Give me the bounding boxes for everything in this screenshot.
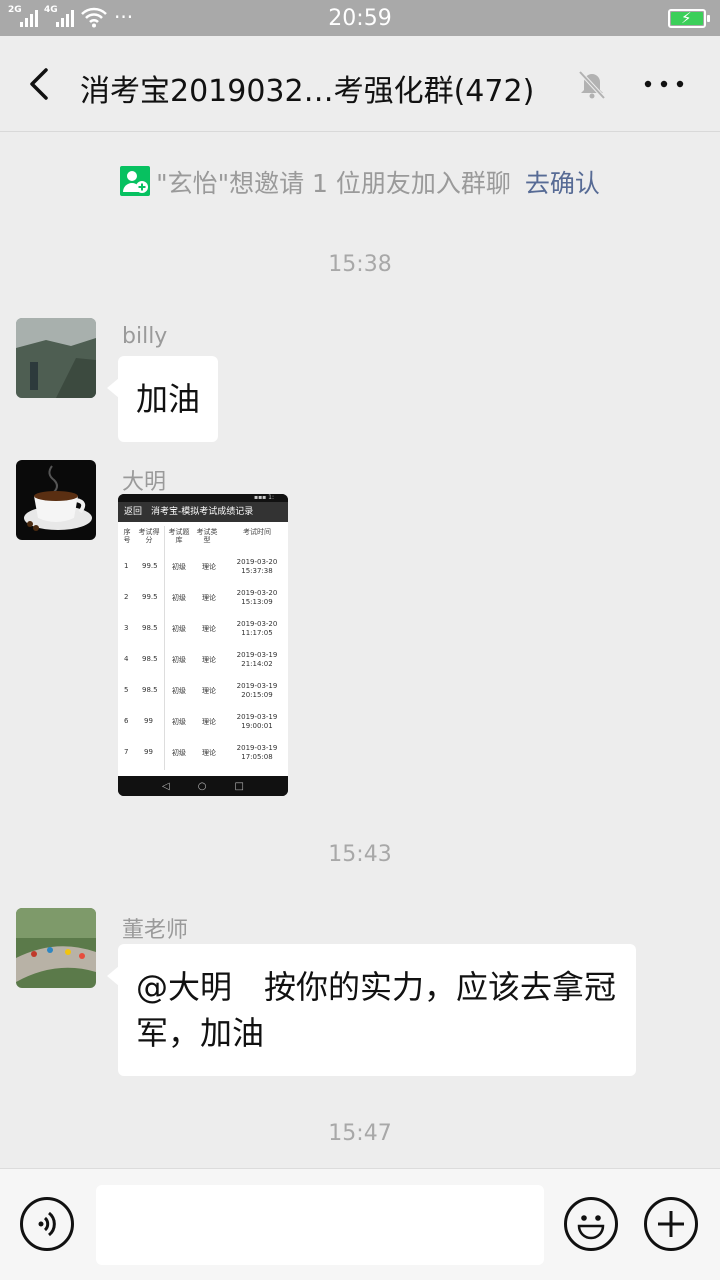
- image-table: 序号 考试得分 考试题库 考试类型 考试时间 1 99.5 初级 理论 2019…: [118, 522, 288, 776]
- avatar[interactable]: [16, 460, 96, 540]
- avatar[interactable]: [16, 908, 96, 988]
- add-member-icon: [120, 166, 151, 196]
- plus-icon: [658, 1211, 684, 1237]
- table-row: 4 98.5 初级 理论 2019-03-19 21:14:02: [124, 651, 278, 668]
- more-options-icon[interactable]: [640, 68, 690, 100]
- table-row: 5 98.5 初级 理论 2019-03-19 20:15:09: [124, 682, 278, 699]
- table-row: 3 98.5 初级 理论 2019-03-20 11:17:05: [124, 620, 278, 637]
- sender-name: 董老师: [122, 918, 189, 943]
- chat-header: 消考宝2019032…考强化群(472): [0, 36, 720, 132]
- image-message[interactable]: ▪▪▪ 1: 返回 消考宝-模拟考试成绩记录 序号 考试得分 考试题库 考试类型…: [118, 494, 288, 796]
- emoji-button[interactable]: [564, 1197, 618, 1251]
- nav-home-icon: ○: [197, 780, 207, 792]
- image-title-bar: 返回 消考宝-模拟考试成绩记录: [118, 502, 288, 522]
- table-header: 考试得分: [138, 528, 160, 544]
- message-bubble[interactable]: 加油: [106, 356, 219, 442]
- avatar-image-teacher: [16, 908, 96, 988]
- avatar-image-coffee: [16, 460, 96, 540]
- table-row: 6 99 初级 理论 2019-03-19 19:00:01: [124, 713, 278, 730]
- timestamp: 15:38: [328, 252, 392, 277]
- clock: 20:59: [328, 6, 392, 31]
- chat-title: 消考宝2019032…考强化群(472): [80, 74, 535, 109]
- table-row: 1 99.5 初级 理论 2019-03-20 15:37:38: [124, 558, 278, 575]
- table-header: 序号: [123, 528, 131, 544]
- emoji-icon: [577, 1215, 605, 1240]
- image-nav-bar: ◁ ○ □: [118, 776, 288, 796]
- more-functions-button[interactable]: [644, 1197, 698, 1251]
- battery-icon: ⚡: [668, 9, 710, 28]
- mute-bell-icon: [578, 70, 606, 100]
- table-header: 考试题库: [168, 528, 190, 544]
- voice-toggle-button[interactable]: [20, 1197, 74, 1251]
- status-bar: 2G 4G ··· 20:59 ⚡: [0, 0, 720, 36]
- image-status-bar: ▪▪▪ 1:: [118, 494, 288, 502]
- table-header: 考试类型: [196, 528, 218, 544]
- avatar-image-billy: [16, 318, 96, 398]
- table-row: 7 99 初级 理论 2019-03-19 17:05:08: [124, 744, 278, 761]
- nav-back-icon: ◁: [162, 780, 170, 792]
- avatar[interactable]: [16, 318, 96, 398]
- message-bubble[interactable]: @大明 按你的实力，应该去拿冠军，加油: [107, 944, 636, 1076]
- chat-input-bar: [0, 1168, 720, 1280]
- voice-icon: [38, 1211, 56, 1237]
- table-row: 2 99.5 初级 理论 2019-03-20 15:13:09: [124, 589, 278, 606]
- confirm-link[interactable]: 去确认: [525, 169, 600, 198]
- notice-text: "玄怡"想邀请 1 位朋友加入群聊: [156, 169, 511, 198]
- message-input[interactable]: [96, 1185, 544, 1265]
- timestamp: 15:43: [328, 842, 392, 867]
- timestamp: 15:47: [328, 1121, 392, 1146]
- table-header: 考试时间: [243, 528, 271, 536]
- group-invite-notice: "玄怡"想邀请 1 位朋友加入群聊 去确认: [0, 164, 720, 200]
- back-icon[interactable]: [22, 64, 58, 104]
- nav-recent-icon: □: [234, 780, 244, 792]
- sender-name: 大明: [122, 470, 167, 495]
- sender-name: billy: [122, 324, 168, 349]
